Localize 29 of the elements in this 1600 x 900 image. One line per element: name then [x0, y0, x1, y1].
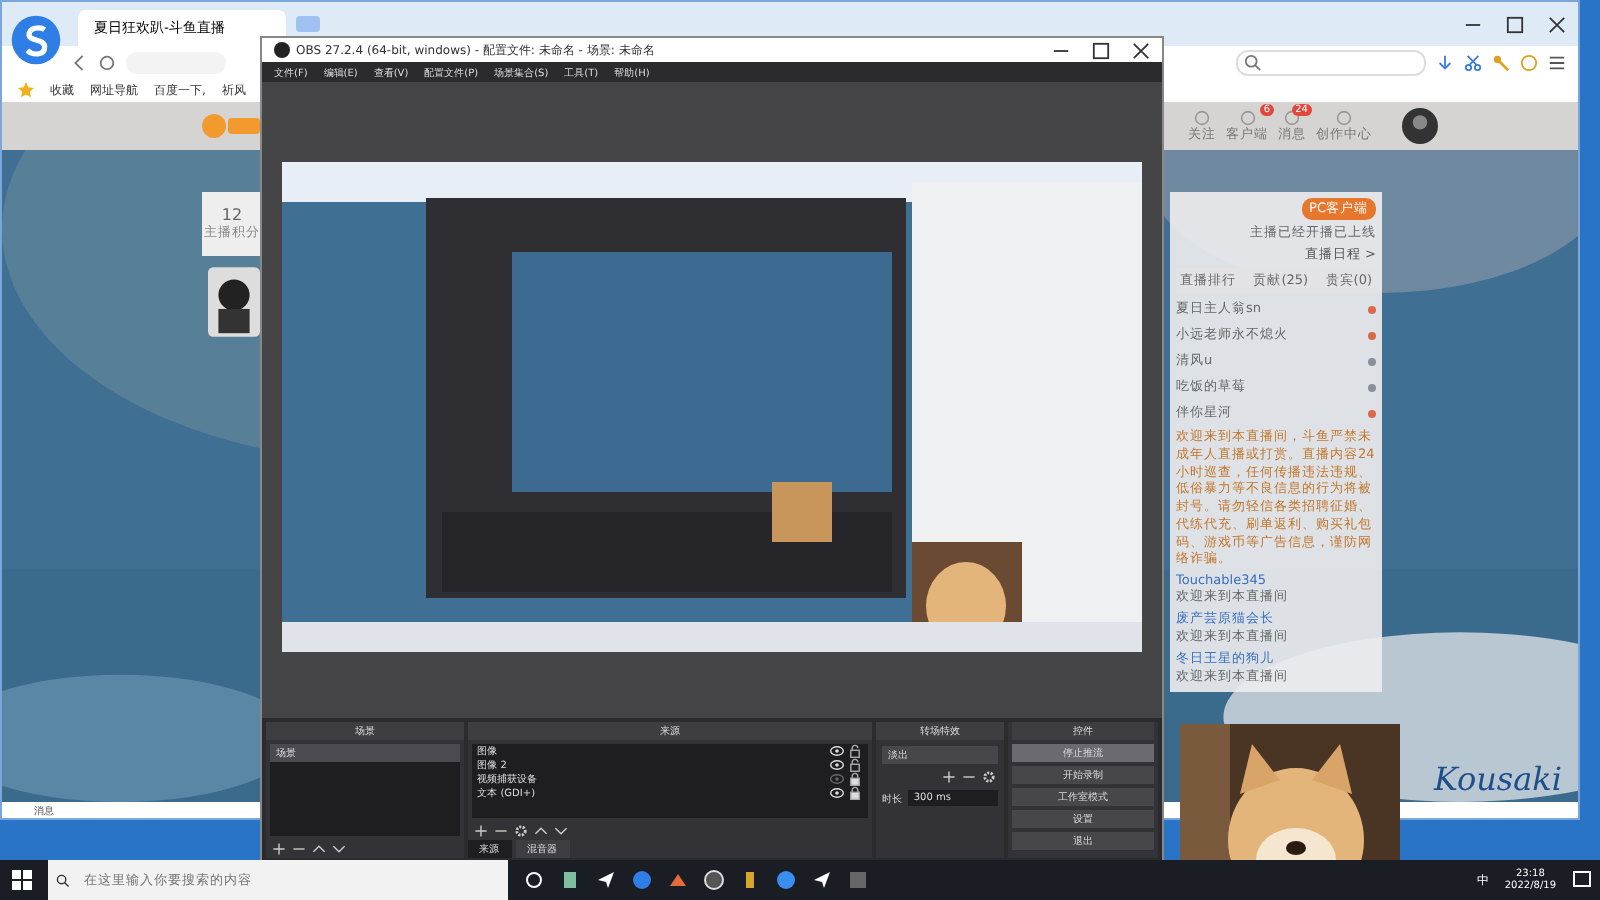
download-icon[interactable] — [1436, 53, 1454, 71]
down-icon[interactable] — [553, 824, 568, 838]
remove-icon[interactable] — [292, 842, 306, 856]
add-icon[interactable] — [272, 842, 286, 856]
up-icon[interactable] — [312, 842, 326, 856]
search-icon — [1244, 53, 1262, 71]
up-icon[interactable] — [533, 824, 548, 838]
back-icon[interactable] — [70, 53, 88, 71]
search-field[interactable] — [1236, 49, 1426, 75]
app-icon[interactable] — [668, 870, 688, 890]
star-icon — [18, 82, 34, 98]
app-icon[interactable] — [560, 870, 580, 890]
plane-icon[interactable] — [812, 870, 832, 890]
add-icon[interactable] — [473, 824, 488, 838]
maximize-icon[interactable] — [1506, 15, 1524, 33]
close-icon[interactable] — [1548, 15, 1566, 33]
obs-logo-icon — [274, 42, 290, 58]
settings-icon[interactable] — [513, 824, 528, 838]
scissors-icon[interactable] — [1464, 53, 1482, 71]
task-view-icon[interactable] — [524, 870, 544, 890]
maximize-icon[interactable] — [1092, 41, 1110, 59]
refresh-icon[interactable] — [98, 53, 116, 71]
windows-start-icon[interactable] — [12, 870, 32, 890]
notification-icon[interactable] — [1572, 870, 1592, 890]
close-icon[interactable] — [1132, 41, 1150, 59]
down-icon[interactable] — [332, 842, 346, 856]
menu-icon[interactable] — [1548, 53, 1566, 71]
plane-icon[interactable] — [596, 870, 616, 890]
remove-icon[interactable] — [493, 824, 508, 838]
